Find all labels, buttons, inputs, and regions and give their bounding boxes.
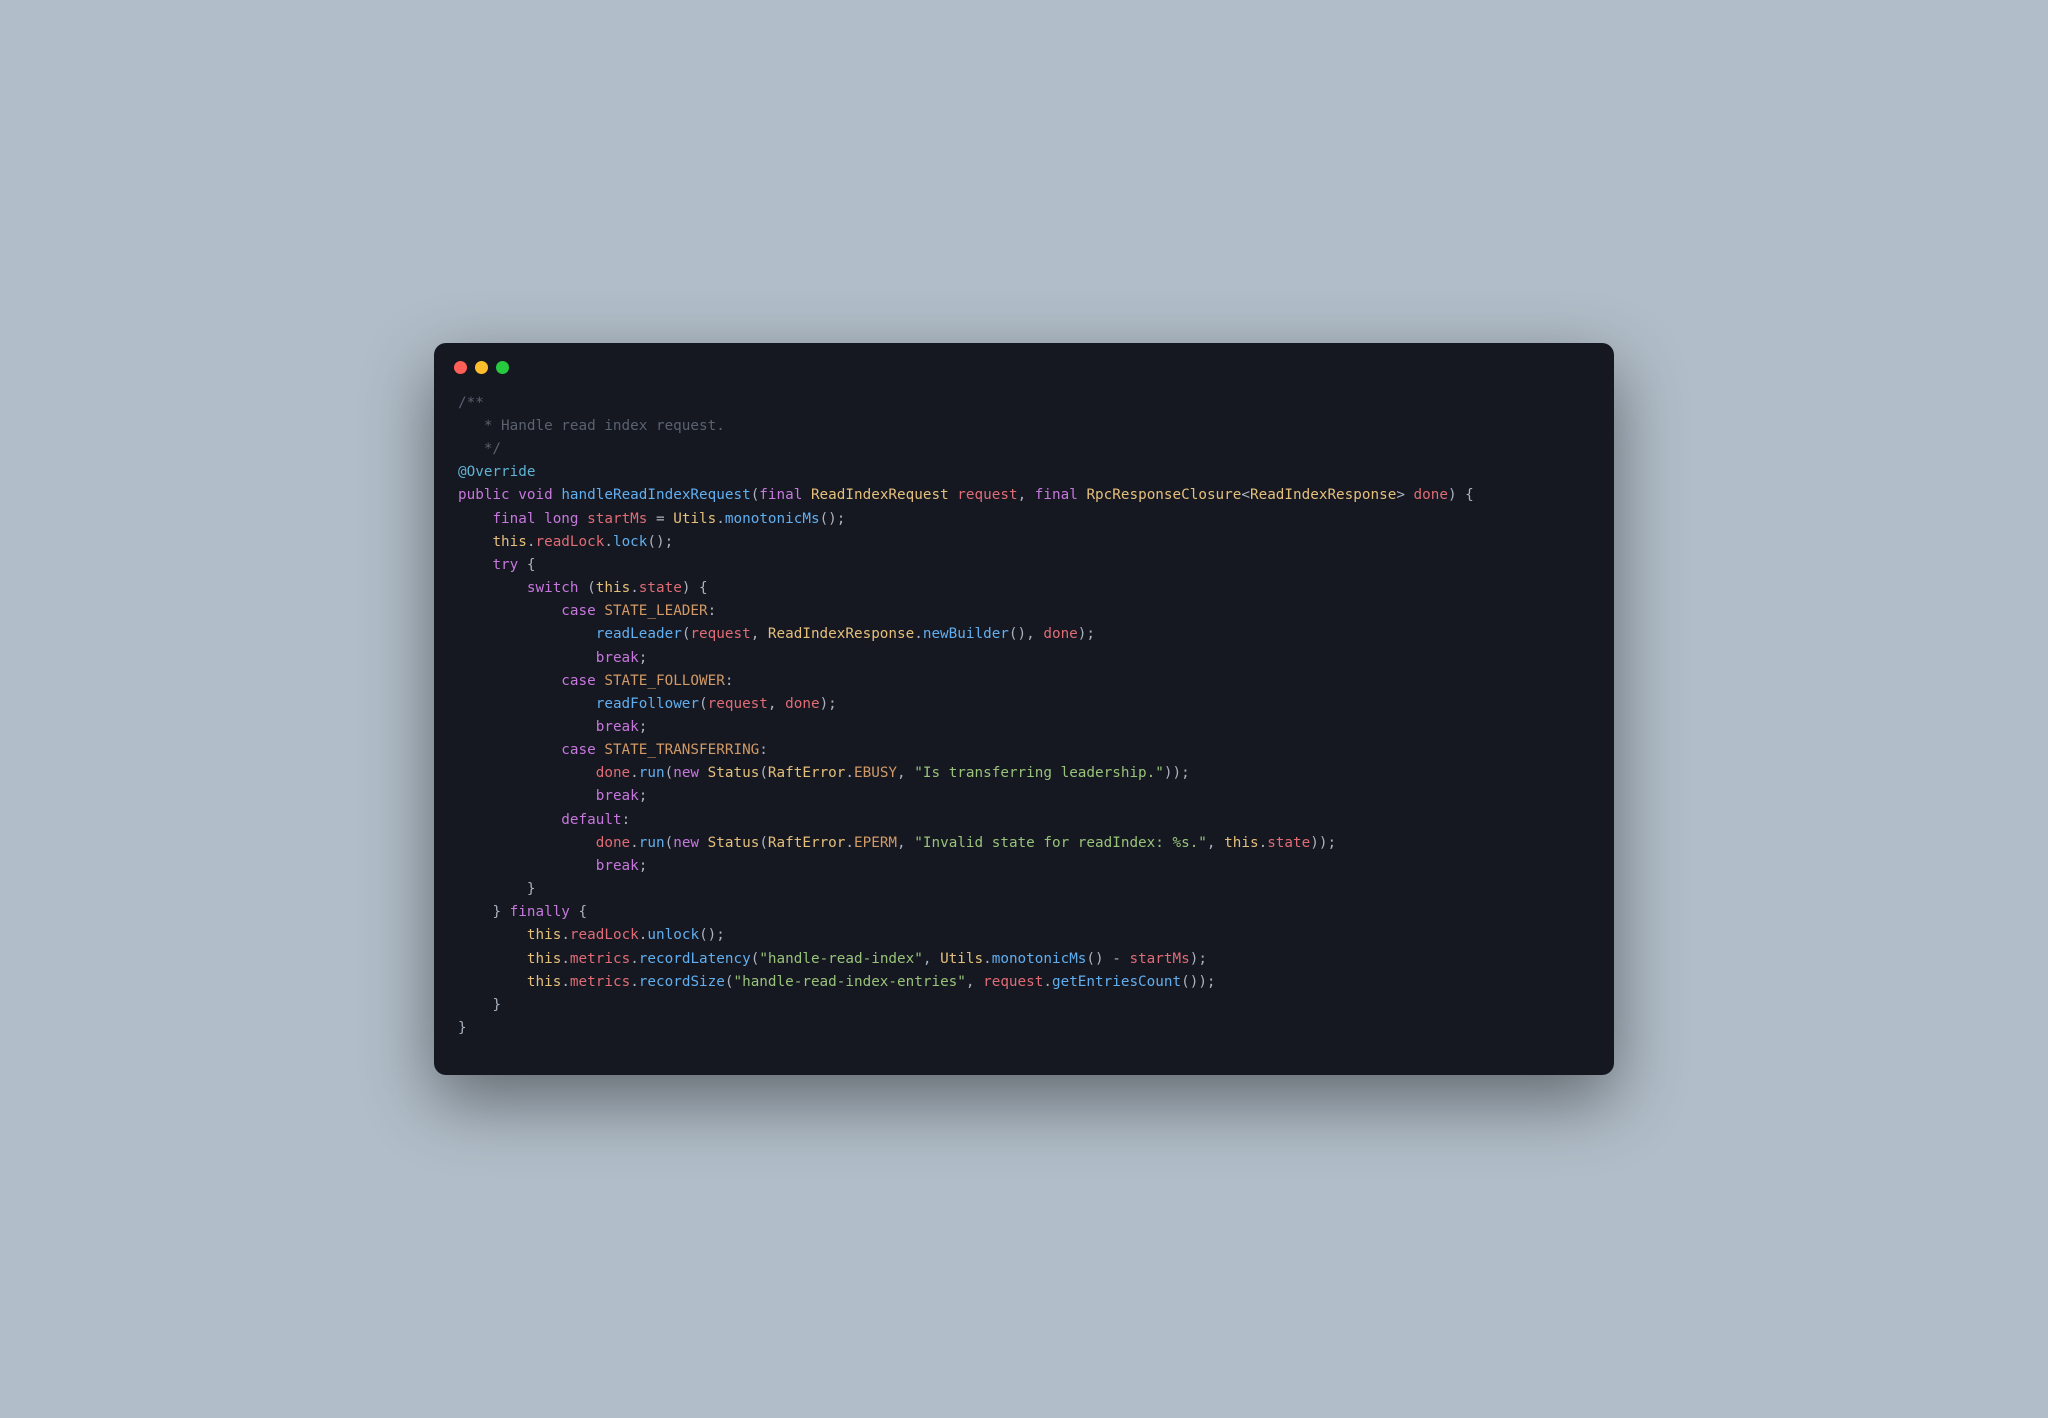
keyword: long bbox=[544, 511, 578, 527]
param: request bbox=[708, 696, 768, 712]
method-name: handleReadIndexRequest bbox=[561, 487, 750, 503]
type: RaftError bbox=[768, 835, 845, 851]
keyword: public bbox=[458, 487, 510, 503]
keyword: break bbox=[596, 719, 639, 735]
method-call: run bbox=[639, 835, 665, 851]
comment-line: */ bbox=[458, 441, 501, 457]
constant: STATE_FOLLOWER bbox=[604, 673, 725, 689]
minimize-button[interactable] bbox=[475, 361, 488, 374]
keyword: default bbox=[561, 812, 621, 828]
type: Utils bbox=[673, 511, 716, 527]
this-keyword: this bbox=[527, 974, 561, 990]
property: readLock bbox=[535, 534, 604, 550]
property: readLock bbox=[570, 927, 639, 943]
keyword: final bbox=[1035, 487, 1078, 503]
this-keyword: this bbox=[527, 927, 561, 943]
this-keyword: this bbox=[527, 951, 561, 967]
comment-line: * Handle read index request. bbox=[458, 418, 725, 434]
method-call: monotonicMs bbox=[992, 951, 1087, 967]
method-call: readLeader bbox=[596, 626, 682, 642]
type: RaftError bbox=[768, 765, 845, 781]
variable: startMs bbox=[587, 511, 647, 527]
close-button[interactable] bbox=[454, 361, 467, 374]
this-keyword: this bbox=[492, 534, 526, 550]
string-literal: "Is transferring leadership." bbox=[914, 765, 1164, 781]
param: done bbox=[1414, 487, 1448, 503]
keyword: switch bbox=[527, 580, 579, 596]
constant: STATE_LEADER bbox=[604, 603, 707, 619]
keyword: final bbox=[492, 511, 535, 527]
method-call: recordLatency bbox=[639, 951, 751, 967]
property: metrics bbox=[570, 974, 630, 990]
type: ReadIndexResponse bbox=[768, 626, 914, 642]
property: state bbox=[639, 580, 682, 596]
this-keyword: this bbox=[1224, 835, 1258, 851]
keyword: case bbox=[561, 673, 595, 689]
constant: STATE_TRANSFERRING bbox=[604, 742, 759, 758]
variable: startMs bbox=[1129, 951, 1189, 967]
method-call: getEntriesCount bbox=[1052, 974, 1181, 990]
method-call: readFollower bbox=[596, 696, 699, 712]
param: done bbox=[1043, 626, 1077, 642]
constant: EPERM bbox=[854, 835, 897, 851]
param: done bbox=[596, 835, 630, 851]
string-literal: "handle-read-index" bbox=[759, 951, 923, 967]
param: request bbox=[690, 626, 750, 642]
keyword: finally bbox=[510, 904, 570, 920]
comment-line: /** bbox=[458, 395, 484, 411]
keyword: case bbox=[561, 603, 595, 619]
string-literal: "Invalid state for readIndex: %s." bbox=[914, 835, 1207, 851]
code-window: /** * Handle read index request. */ @Ove… bbox=[434, 343, 1614, 1075]
keyword: break bbox=[596, 650, 639, 666]
type: Status bbox=[708, 835, 760, 851]
string-literal: "handle-read-index-entries" bbox=[733, 974, 965, 990]
method-call: lock bbox=[613, 534, 647, 550]
type: Utils bbox=[940, 951, 983, 967]
keyword: void bbox=[518, 487, 552, 503]
type: Status bbox=[708, 765, 760, 781]
method-call: newBuilder bbox=[923, 626, 1009, 642]
method-call: monotonicMs bbox=[725, 511, 820, 527]
property: metrics bbox=[570, 951, 630, 967]
keyword: break bbox=[596, 858, 639, 874]
param: done bbox=[785, 696, 819, 712]
keyword: final bbox=[759, 487, 802, 503]
method-call: unlock bbox=[647, 927, 699, 943]
keyword: new bbox=[673, 765, 699, 781]
property: state bbox=[1267, 835, 1310, 851]
keyword: new bbox=[673, 835, 699, 851]
keyword: break bbox=[596, 788, 639, 804]
code-content[interactable]: /** * Handle read index request. */ @Ove… bbox=[434, 382, 1614, 1075]
constant: EBUSY bbox=[854, 765, 897, 781]
param: request bbox=[957, 487, 1017, 503]
keyword: try bbox=[492, 557, 518, 573]
method-call: run bbox=[639, 765, 665, 781]
this-keyword: this bbox=[596, 580, 630, 596]
type: ReadIndexRequest bbox=[811, 487, 949, 503]
type: RpcResponseClosure bbox=[1086, 487, 1241, 503]
param: request bbox=[983, 974, 1043, 990]
window-titlebar bbox=[434, 343, 1614, 382]
keyword: case bbox=[561, 742, 595, 758]
annotation: @Override bbox=[458, 464, 535, 480]
param: done bbox=[596, 765, 630, 781]
method-call: recordSize bbox=[639, 974, 725, 990]
maximize-button[interactable] bbox=[496, 361, 509, 374]
type: ReadIndexResponse bbox=[1250, 487, 1396, 503]
